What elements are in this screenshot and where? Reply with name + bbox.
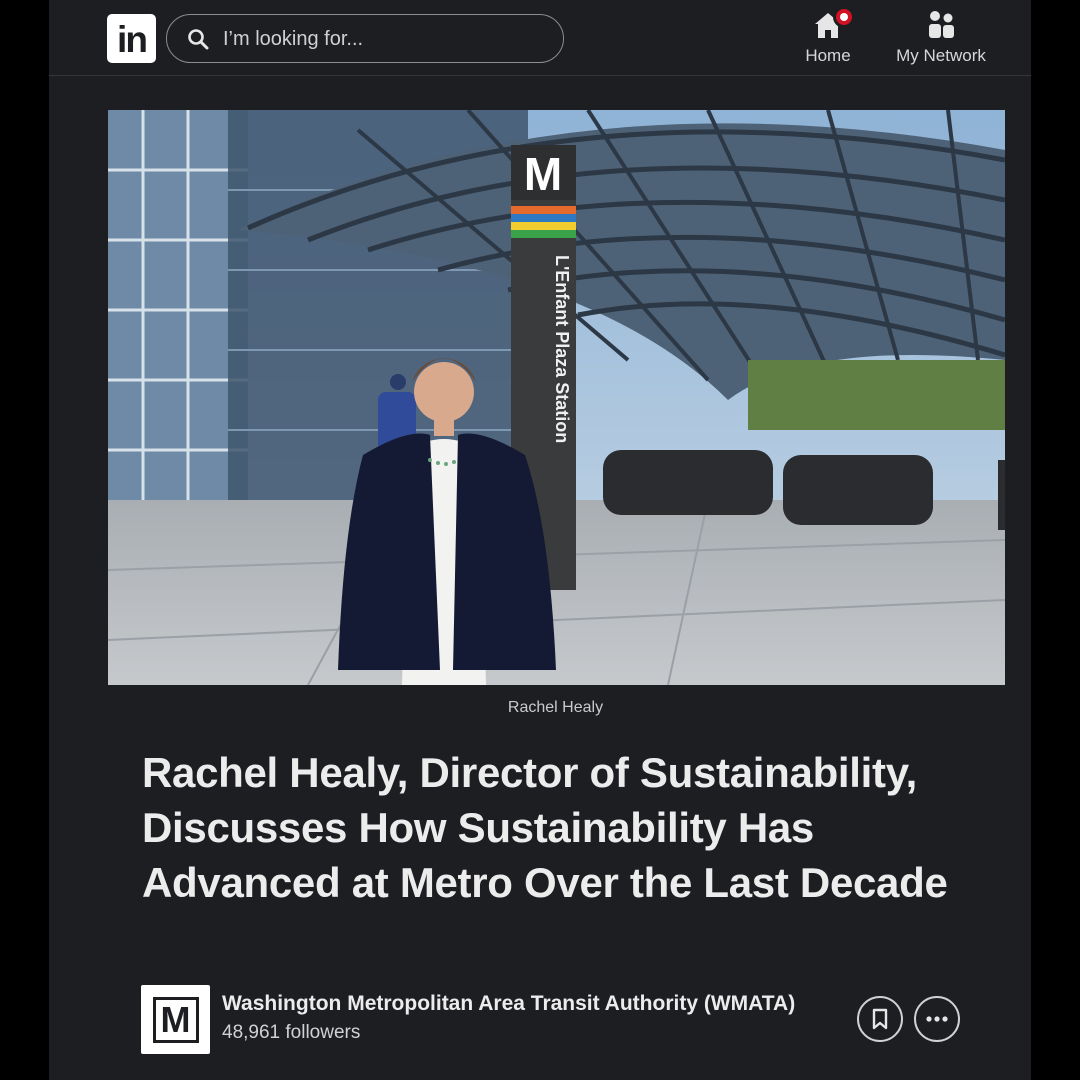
search-icon [188, 29, 209, 50]
nav-home-label: Home [805, 46, 851, 65]
bookmark-icon [872, 1008, 888, 1030]
article-image[interactable]: M L'Enfant Plaza Station [108, 110, 1005, 685]
nav-my-network[interactable]: My Network [891, 8, 991, 66]
follower-count: 48,961 followers [222, 1022, 361, 1043]
metro-logo-letter: M [152, 996, 199, 1043]
more-options-button[interactable] [914, 996, 960, 1042]
nav-my-network-label: My Network [896, 46, 986, 65]
organization-logo[interactable]: M [141, 985, 210, 1054]
article-title: Rachel Healy, Director of Sustainability… [142, 749, 948, 906]
search-input[interactable]: I’m looking for... [166, 14, 564, 63]
save-button[interactable] [857, 996, 903, 1042]
image-caption: Rachel Healy [507, 699, 604, 716]
logo-text: in [117, 19, 148, 60]
organization-name[interactable]: Washington Metropolitan Area Transit Aut… [222, 992, 795, 1016]
search-placeholder: I’m looking for... [223, 28, 364, 50]
metro-sign-station: L'Enfant Plaza Station [552, 255, 572, 443]
photo-illustration: M L'Enfant Plaza Station [108, 110, 1005, 685]
nav-home[interactable]: Home [804, 6, 855, 66]
top-navigation-bar: in I’m looking for... Home My Network [49, 0, 1031, 76]
notification-badge [833, 6, 855, 28]
linkedin-logo[interactable]: in [107, 14, 156, 63]
network-icon [929, 11, 954, 38]
metro-sign-letter: M [524, 148, 562, 200]
more-options-icon [926, 1016, 948, 1022]
page-frame: in I’m looking for... Home My Network M … [49, 0, 1031, 1080]
